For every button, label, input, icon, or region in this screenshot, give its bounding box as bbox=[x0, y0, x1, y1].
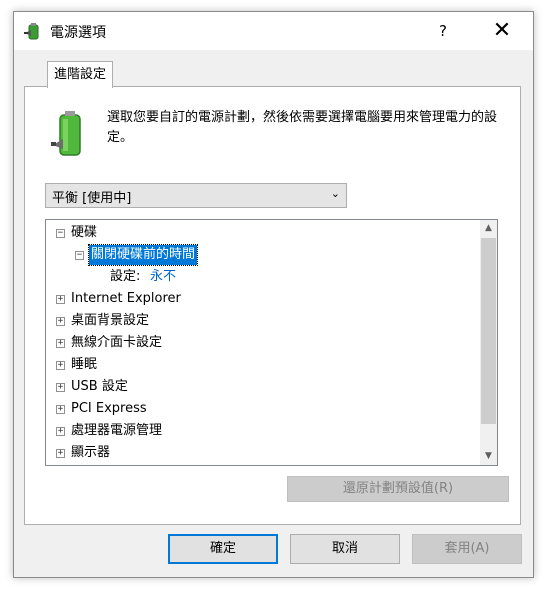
tree-item-label: 無線介面卡設定 bbox=[71, 335, 163, 350]
intro-text: 選取您要自訂的電源計劃，然後依需要選擇電腦要用來管理電力的設定。 bbox=[107, 110, 498, 145]
title-bar[interactable]: 電源選項 ? ✕ bbox=[14, 12, 533, 50]
ok-button[interactable]: 確定 bbox=[168, 534, 278, 564]
expand-icon[interactable]: + bbox=[56, 383, 65, 392]
expand-icon[interactable]: + bbox=[56, 405, 65, 414]
tree-item-setting[interactable]: 設定: 永不 bbox=[54, 267, 254, 287]
expand-icon[interactable]: + bbox=[56, 427, 65, 436]
cancel-button[interactable]: 取消 bbox=[290, 534, 400, 564]
expand-icon[interactable]: + bbox=[56, 295, 65, 304]
close-button[interactable]: ✕ bbox=[484, 16, 520, 46]
help-button[interactable]: ? bbox=[427, 16, 459, 46]
tree-item-pci-express[interactable]: + PCI Express bbox=[54, 399, 354, 419]
apply-button[interactable]: 套用(A) bbox=[412, 534, 522, 564]
tree-item-label: Internet Explorer bbox=[71, 291, 181, 306]
tree-item-internet-explorer[interactable]: + Internet Explorer bbox=[54, 289, 354, 309]
power-options-dialog: 電源選項 ? ✕ 進階設定 選取您要自訂的電源計劃，然後依需要選擇電腦要用來管理… bbox=[13, 11, 534, 578]
tree-item-label: 顯示器 bbox=[71, 445, 111, 460]
scrollbar-thumb[interactable] bbox=[481, 238, 496, 424]
power-plan-value: 平衡 [使用中] bbox=[52, 191, 132, 206]
window-title: 電源選項 bbox=[50, 25, 106, 41]
restore-plan-defaults-button[interactable]: 還原計劃預設值(R) bbox=[287, 476, 509, 502]
collapse-icon[interactable]: − bbox=[75, 251, 84, 260]
expand-icon[interactable]: + bbox=[56, 317, 65, 326]
tree-item-label: 睡眠 bbox=[71, 357, 98, 372]
tree-item-label: USB 設定 bbox=[71, 379, 128, 394]
tree-item-label: 處理器電源管理 bbox=[71, 423, 163, 438]
power-plan-select[interactable]: 平衡 [使用中] ⌄ bbox=[45, 183, 347, 208]
power-options-icon bbox=[24, 23, 39, 40]
tree-item-wireless-adapter[interactable]: + 無線介面卡設定 bbox=[54, 333, 354, 353]
tree-item-usb-settings[interactable]: + USB 設定 bbox=[54, 377, 354, 397]
tree-item-sleep[interactable]: + 睡眠 bbox=[54, 355, 354, 375]
collapse-icon[interactable]: − bbox=[56, 229, 65, 238]
tree-item-turn-off-disk[interactable]: − 關閉硬碟前的時間 bbox=[54, 244, 254, 266]
tree-item-label: PCI Express bbox=[71, 401, 147, 416]
scroll-down-icon[interactable]: ▼ bbox=[480, 448, 497, 465]
tree-item-processor-power[interactable]: + 處理器電源管理 bbox=[54, 421, 354, 441]
tab-advanced-settings[interactable]: 進階設定 bbox=[47, 61, 114, 88]
tree-item-desktop-background[interactable]: + 桌面背景設定 bbox=[54, 311, 354, 331]
setting-value-link[interactable]: 永不 bbox=[150, 267, 176, 287]
expand-icon[interactable]: + bbox=[56, 361, 65, 370]
scroll-up-icon[interactable]: ▲ bbox=[480, 220, 497, 237]
tree-item-label: 關閉硬碟前的時間 bbox=[87, 244, 199, 266]
advanced-settings-panel: 選取您要自訂的電源計劃，然後依需要選擇電腦要用來管理電力的設定。 平衡 [使用中… bbox=[24, 86, 521, 525]
tree-item-display[interactable]: + 顯示器 bbox=[54, 443, 354, 463]
vertical-scrollbar[interactable]: ▲ ▼ bbox=[480, 220, 497, 465]
setting-label: 設定: bbox=[110, 269, 141, 284]
tree-item-label: 硬碟 bbox=[71, 225, 98, 240]
tree-item-label: 桌面背景設定 bbox=[71, 313, 150, 328]
battery-icon bbox=[51, 111, 81, 156]
expand-icon[interactable]: + bbox=[56, 449, 65, 458]
chevron-down-icon: ⌄ bbox=[330, 187, 340, 200]
settings-tree[interactable]: − 硬碟 − 關閉硬碟前的時間 設定: 永不 + Internet Explor… bbox=[45, 219, 498, 466]
expand-icon[interactable]: + bbox=[56, 339, 65, 348]
